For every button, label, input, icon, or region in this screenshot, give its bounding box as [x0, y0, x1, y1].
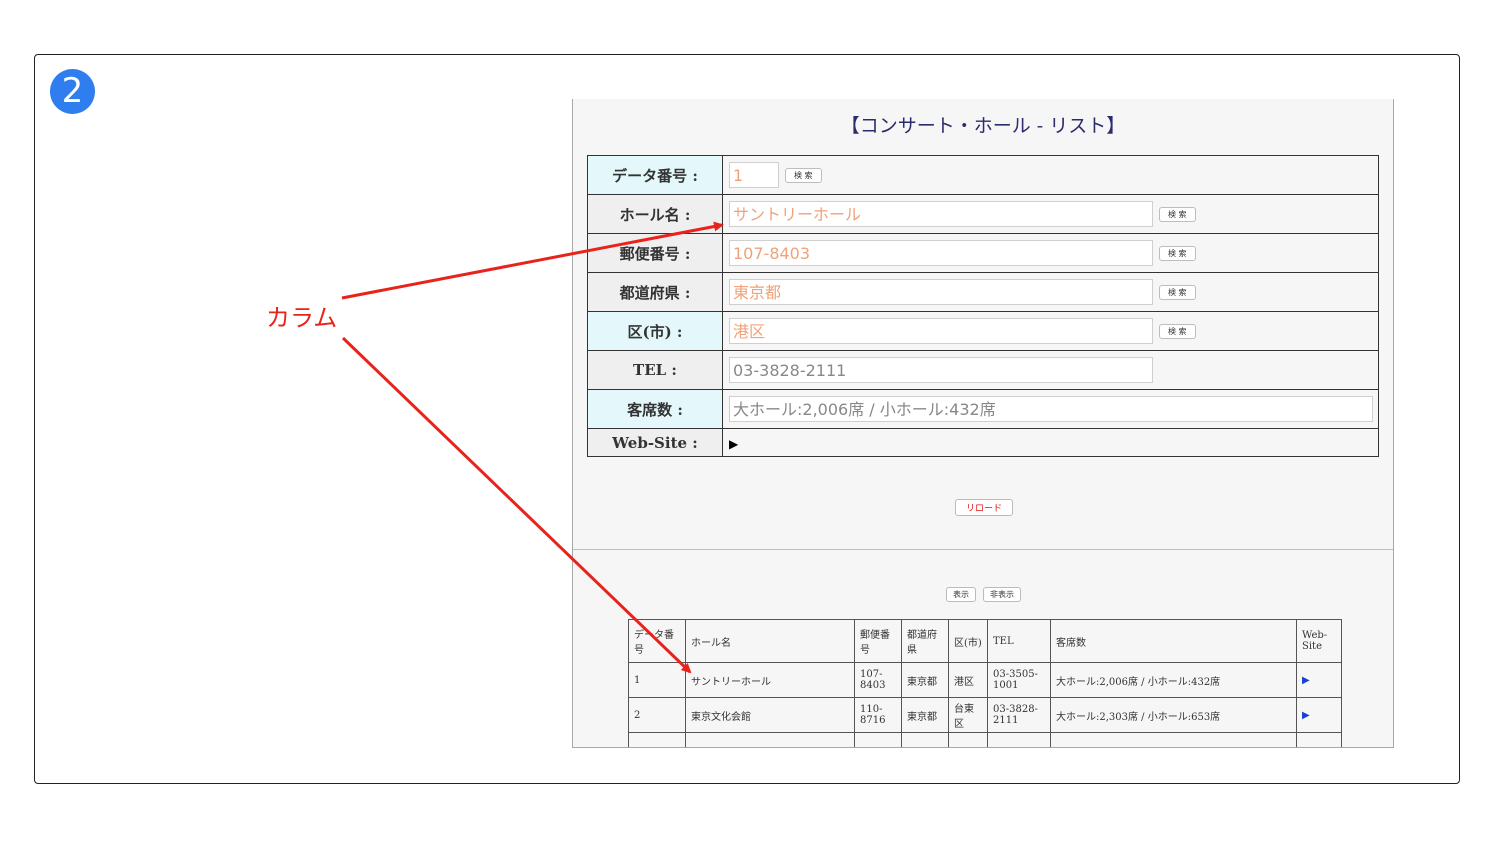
callout-arrow-to-form — [341, 221, 724, 300]
annotation-arrows — [341, 221, 724, 674]
callout-arrow-to-table — [341, 336, 692, 674]
callout-label: カラム — [266, 304, 338, 332]
